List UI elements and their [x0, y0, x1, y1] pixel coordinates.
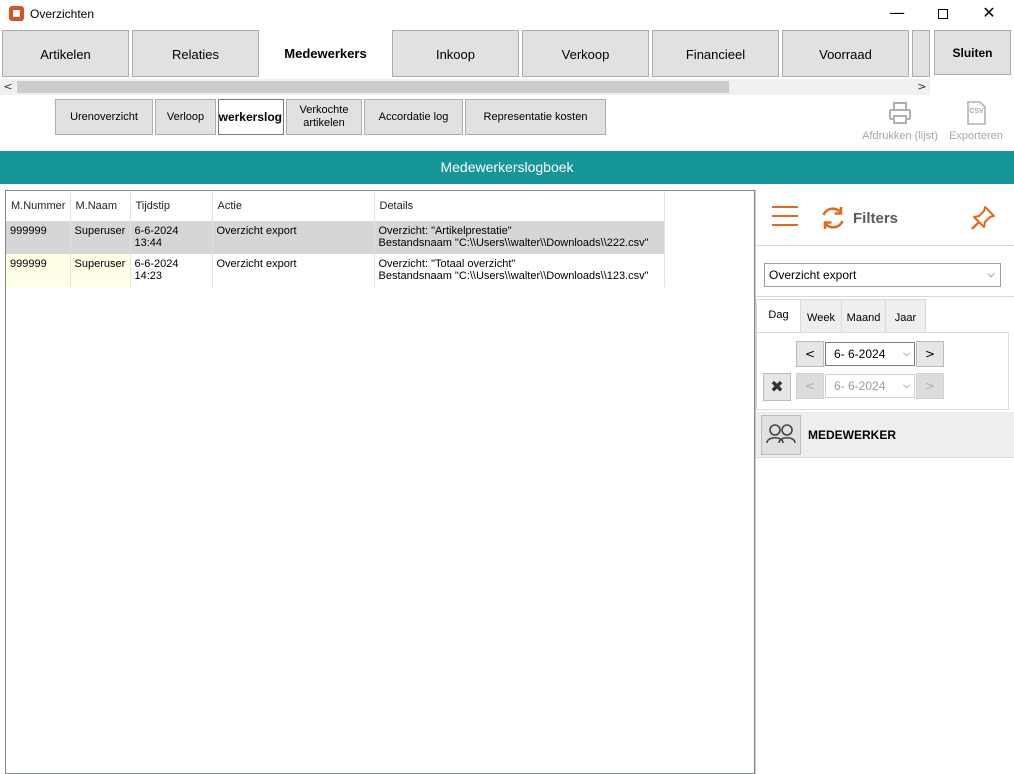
tab-overflow[interactable] — [912, 30, 930, 77]
log-grid[interactable]: M.Nummer M.Naam Tijdstip Actie Details 9… — [5, 190, 755, 774]
tab-inkoop[interactable]: Inkoop — [392, 30, 519, 77]
app-window: Overzichten — ✕ Artikelen Relaties Medew… — [0, 0, 1014, 774]
action-filter-select[interactable]: Overzicht export ⌵ — [764, 263, 1001, 287]
tab-verkoop[interactable]: Verkoop — [522, 30, 649, 77]
csv-icon-text: CSV — [969, 108, 984, 115]
employee-label: MEDEWERKER — [808, 428, 897, 442]
cell-actie[interactable]: Overzicht export — [212, 221, 375, 254]
tab-voorraad[interactable]: Voorraad — [782, 30, 909, 77]
subtab-urenoverzicht[interactable]: Urenoverzicht — [55, 99, 153, 135]
date-to-value: 6- 6-2024 — [834, 379, 886, 393]
filters-label: Filters — [853, 210, 899, 227]
date-filter-box: < 6- 6-2024 ⌵ > ✖ < 6- 6-2024 ⌵ > — [756, 332, 1009, 410]
cell-details[interactable]: Overzicht: "Totaal overzicht" Bestandsna… — [374, 254, 665, 287]
action-filter-value: Overzicht export — [769, 268, 857, 282]
cell-naam[interactable]: Superuser — [70, 254, 131, 287]
tab-financieel[interactable]: Financieel — [652, 30, 779, 77]
export-button[interactable]: CSV Exporteren — [936, 98, 1014, 146]
details-line: Overzicht: "Totaal overzicht" — [378, 258, 516, 270]
column-header-tijdstip[interactable]: Tijdstip — [130, 191, 213, 221]
divider — [756, 296, 1014, 297]
date-prev-button[interactable]: < — [796, 341, 824, 367]
table-row[interactable]: 999999 Superuser 6-6-2024 13:44 Overzich… — [6, 221, 665, 254]
scroll-right-icon[interactable]: > — [914, 79, 930, 95]
table-row[interactable]: 999999 Superuser 6-6-2024 14:23 Overzich… — [6, 254, 665, 287]
subtab-accordatie-log[interactable]: Accordatie log — [364, 99, 463, 135]
column-header-actie[interactable]: Actie — [212, 191, 375, 221]
window-title: Overzichten — [30, 7, 95, 21]
chevron-down-icon: ⌵ — [903, 349, 910, 359]
csv-file-icon: CSV — [967, 101, 986, 125]
tab-medewerkers[interactable]: Medewerkers — [262, 29, 389, 78]
filters-header: Filters — [756, 190, 1014, 246]
tab-relaties[interactable]: Relaties — [132, 30, 259, 77]
users-icon — [766, 424, 796, 444]
menu-icon[interactable] — [772, 206, 798, 228]
cell-tijdstip[interactable]: 6-6-2024 13:44 — [130, 221, 213, 254]
chevron-down-icon: ⌵ — [987, 269, 995, 280]
title-bar: Overzichten — ✕ — [0, 0, 1014, 28]
scroll-left-icon[interactable]: < — [0, 79, 16, 95]
export-label: Exporteren — [949, 130, 1003, 142]
date-to-next-button[interactable]: > — [916, 373, 944, 399]
tab-dag[interactable]: Dag — [756, 299, 801, 333]
chevron-down-icon: ⌵ — [903, 381, 910, 391]
filter-panel: Filters Overzicht export ⌵ Dag Week Maan… — [755, 190, 1014, 774]
details-line: Overzicht: "Artikelprestatie" — [378, 225, 512, 237]
date-from-picker[interactable]: 6- 6-2024 ⌵ — [825, 342, 915, 366]
cell-details[interactable]: Overzicht: "Artikelprestatie" Bestandsna… — [374, 221, 665, 254]
print-button[interactable]: Afdrukken (lijst) — [860, 98, 940, 146]
cell-actie[interactable]: Overzicht export — [212, 254, 375, 287]
cell-nummer[interactable]: 999999 — [6, 221, 71, 254]
employee-select-button[interactable] — [761, 415, 801, 455]
subtab-verkochte-artikelen[interactable]: Verkochte artikelen — [286, 99, 362, 135]
column-header-naam[interactable]: M.Naam — [70, 191, 131, 221]
date-to-picker[interactable]: 6- 6-2024 ⌵ — [825, 374, 915, 398]
tab-scrollbar[interactable]: < > — [0, 79, 930, 95]
column-header-details[interactable]: Details — [374, 191, 665, 221]
print-label: Afdrukken (lijst) — [862, 130, 938, 142]
cell-tijdstip[interactable]: 6-6-2024 14:23 — [130, 254, 213, 287]
refresh-icon[interactable] — [819, 204, 847, 232]
date-to-prev-button[interactable]: < — [796, 373, 824, 399]
cell-nummer[interactable]: 999999 — [6, 254, 71, 287]
maximize-button[interactable] — [920, 0, 966, 28]
cell-naam[interactable]: Superuser — [70, 221, 131, 254]
app-icon — [9, 6, 24, 21]
details-line: Bestandsnaam "C:\\Users\\walter\\Downloa… — [378, 237, 649, 249]
column-header-nummer[interactable]: M.Nummer — [6, 191, 71, 221]
subtab-representatie-kosten[interactable]: Representatie kosten — [465, 99, 606, 135]
main-tab-bar: Artikelen Relaties Medewerkers Inkoop Ve… — [0, 29, 1014, 79]
tab-artikelen[interactable]: Artikelen — [2, 30, 129, 77]
maximize-icon — [938, 9, 948, 19]
sub-tab-bar: Urenoverzicht Verloop Medewerkerslog Ver… — [0, 96, 860, 140]
close-window-button[interactable]: ✕ — [966, 0, 1012, 28]
tab-maand[interactable]: Maand — [841, 299, 886, 333]
subtab-medewerkerslog[interactable]: Medewerkerslog — [218, 99, 284, 135]
tab-jaar[interactable]: Jaar — [885, 299, 926, 333]
date-from-value: 6- 6-2024 — [834, 347, 886, 361]
pin-icon[interactable] — [969, 204, 997, 232]
scrollbar-thumb[interactable] — [17, 81, 729, 93]
section-title: Medewerkerslogboek — [0, 151, 1014, 184]
details-line: Bestandsnaam "C:\\Users\\walter\\Downloa… — [378, 270, 649, 282]
clear-date-button[interactable]: ✖ — [763, 373, 791, 401]
log-table: M.Nummer M.Naam Tijdstip Actie Details 9… — [6, 191, 665, 287]
subtab-verloop[interactable]: Verloop — [155, 99, 216, 135]
minimize-button[interactable]: — — [874, 0, 920, 28]
date-next-button[interactable]: > — [916, 341, 944, 367]
employee-filter[interactable]: MEDEWERKER — [756, 412, 1014, 458]
sluiten-button[interactable]: Sluiten — [934, 30, 1011, 75]
tab-week[interactable]: Week — [800, 299, 842, 333]
printer-icon — [889, 102, 911, 124]
